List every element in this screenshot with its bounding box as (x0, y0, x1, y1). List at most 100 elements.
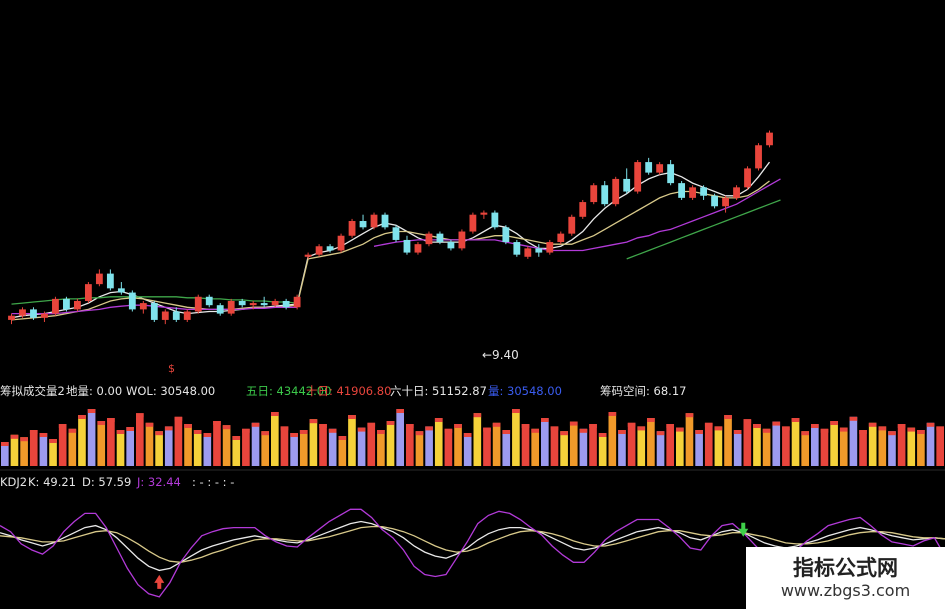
candle-body (645, 162, 653, 173)
volume-bar-cap (434, 418, 443, 422)
volume-bar-cap (309, 419, 318, 424)
volume-bar-cap (164, 426, 173, 431)
volume-bar-cap (58, 424, 67, 428)
volume-bar-cap (839, 427, 848, 432)
volume-bar-cap (647, 418, 655, 422)
candle-body (755, 145, 762, 169)
header-item: 十日: 41906.80 (306, 384, 391, 398)
volume-bar-cap (444, 428, 453, 433)
candle-body (172, 311, 180, 320)
volume-bar (251, 422, 260, 466)
volume-bar-cap (830, 421, 838, 425)
volume-bar (724, 415, 732, 466)
candle-body (183, 311, 191, 320)
buy-arrow-icon (154, 574, 165, 589)
candle-body (403, 239, 411, 253)
candle-body (612, 178, 620, 205)
candle-body (227, 300, 235, 314)
volume-bar-cap (338, 436, 347, 440)
volume-bar (271, 412, 279, 466)
volume-bar (907, 427, 916, 466)
volume-bar-cap (299, 430, 308, 434)
volume-bar (444, 428, 453, 466)
volume-bar-cap (213, 421, 221, 425)
header-item: 地量: 0.00 (66, 384, 122, 398)
volume-bar (319, 424, 327, 466)
candle-body (326, 246, 334, 251)
volume-bar (839, 427, 848, 466)
volume-bar-cap (136, 413, 144, 418)
volume-bar (733, 430, 742, 466)
dollar-marker: $ (168, 362, 175, 375)
volume-bar (367, 422, 376, 466)
volume-bar (560, 431, 568, 466)
volume-bar-cap (415, 431, 424, 436)
volume-bar-cap (598, 433, 607, 437)
volume-bar-cap (261, 431, 269, 436)
volume-bar (589, 424, 597, 466)
volume-bar-cap (68, 428, 77, 433)
volume-bar (29, 430, 38, 466)
volume-bar (473, 413, 482, 466)
volume-bar-cap (926, 422, 935, 427)
candle-body (667, 164, 675, 184)
volume-bar-cap (512, 409, 520, 413)
ma-line-green (11, 199, 781, 305)
volume-bar (97, 421, 106, 466)
candle-body (381, 214, 389, 228)
candle-body (744, 168, 751, 188)
volume-bar (328, 428, 337, 466)
volume-bar-cap (107, 418, 115, 422)
volume-bar-cap (463, 433, 472, 437)
volume-header: 筹拟成交量2 地量: 0.00 WOL: 30548.00 五日: 43442.00十… (0, 384, 686, 398)
volume-bar-cap (666, 424, 674, 428)
watermark: 指标公式网 www.zbgs3.com (746, 547, 945, 609)
volume-bar-cap (772, 421, 781, 426)
volume-bar (463, 433, 472, 466)
volume-bar-cap (569, 421, 578, 426)
header-item: K: 49.21 (28, 475, 76, 489)
volume-bar (299, 430, 308, 466)
candle-body (315, 246, 323, 255)
candle-body (139, 303, 147, 310)
candle-body (63, 298, 70, 310)
header-item: D: 57.59 (82, 475, 131, 489)
volume-bar-cap (396, 409, 404, 413)
candle-body (447, 242, 455, 249)
volume-bar-cap (78, 415, 86, 419)
volume-bar-cap (39, 433, 48, 437)
volume-bar-cap (589, 424, 597, 428)
candle-body (161, 311, 169, 320)
volume-bar (897, 424, 906, 466)
volume-bar-cap (907, 427, 916, 432)
candle-body (491, 212, 499, 228)
volume-bar (704, 422, 713, 466)
volume-bar (290, 433, 298, 466)
header-item: KDJ2 (0, 475, 27, 489)
volume-bar (145, 422, 154, 466)
volume-bar-cap (1, 442, 9, 446)
volume-bar-cap (145, 422, 154, 427)
volume-bar (116, 430, 125, 466)
volume-bar (627, 422, 636, 466)
header-item: 筹码空间: 68.17 (600, 384, 686, 398)
candle-body (95, 273, 103, 285)
volume-bar (637, 426, 646, 466)
volume-bar (454, 424, 462, 466)
candle-body (722, 197, 729, 207)
volume-bar (309, 419, 318, 466)
watermark-title: 指标公式网 (793, 556, 898, 580)
candle-body (766, 132, 773, 146)
candle-body (513, 242, 521, 255)
volume-bar-cap (743, 419, 752, 424)
candle-body (733, 187, 740, 198)
low-price-marker: ←9.40 (482, 348, 519, 362)
candle-body (700, 187, 707, 196)
candle-body (579, 202, 587, 217)
volume-bar (830, 421, 838, 466)
volume-bar-cap (714, 426, 723, 431)
candle-body (41, 313, 48, 318)
volume-bar-cap (357, 427, 366, 432)
volume-bar (184, 424, 192, 466)
kdj-header: KDJ2 K: 49.21 D: 57.59 J: 32.44: - : - : - (0, 475, 234, 489)
